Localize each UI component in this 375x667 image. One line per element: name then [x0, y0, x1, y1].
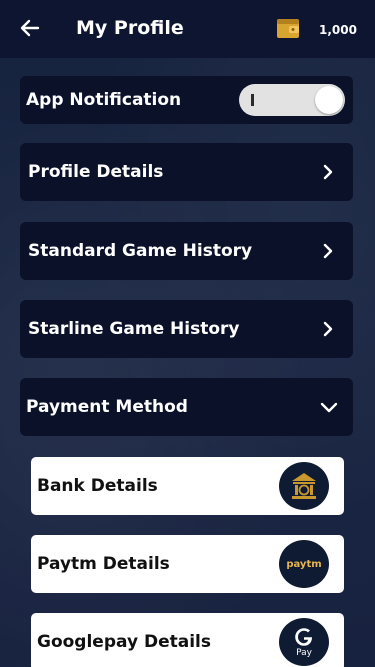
menu-item-label: Standard Game History — [28, 241, 253, 261]
chevron-down-icon — [320, 402, 338, 413]
payment-option-label: Bank Details — [37, 476, 158, 496]
wallet-balance: 1,000 — [319, 23, 357, 37]
payment-option-paytm-details[interactable]: Paytm Details paytm — [31, 535, 344, 593]
payment-option-bank-details[interactable]: Bank Details — [31, 457, 344, 515]
payment-option-label: Paytm Details — [37, 554, 170, 574]
menu-item-payment-method[interactable]: Payment Method — [20, 378, 353, 436]
toggle-on-indicator — [251, 94, 254, 106]
app-notification-label: App Notification — [26, 90, 182, 110]
google-pay-logo-text: Pay — [296, 647, 312, 658]
toggle-knob — [315, 86, 343, 114]
menu-item-label: Profile Details — [28, 162, 164, 182]
app-notification-toggle[interactable] — [239, 84, 345, 116]
menu-item-label: Starline Game History — [28, 319, 240, 339]
page-title: My Profile — [76, 17, 184, 39]
menu-item-profile-details[interactable]: Profile Details — [20, 143, 353, 201]
menu-item-starline-game-history[interactable]: Starline Game History — [20, 300, 353, 358]
chevron-right-icon — [323, 321, 333, 337]
arrow-left-icon — [20, 19, 40, 37]
bank-logo-graphic — [292, 473, 316, 499]
wallet-button[interactable] — [276, 17, 300, 39]
bank-icon — [279, 462, 329, 510]
wallet-icon — [277, 19, 299, 38]
chevron-right-icon — [323, 164, 333, 180]
google-g-icon — [295, 627, 312, 646]
back-button[interactable] — [18, 16, 42, 40]
menu-item-standard-game-history[interactable]: Standard Game History — [20, 222, 353, 280]
app-header: My Profile 1,000 — [0, 0, 375, 58]
paytm-logo-text: paytm — [286, 558, 322, 570]
menu-item-label: Payment Method — [26, 397, 188, 417]
payment-option-googlepay-details[interactable]: Googlepay Details Pay — [31, 613, 344, 667]
google-pay-icon: Pay — [279, 618, 329, 666]
paytm-icon: paytm — [279, 540, 329, 588]
chevron-right-icon — [323, 243, 333, 259]
payment-option-label: Googlepay Details — [37, 632, 211, 652]
